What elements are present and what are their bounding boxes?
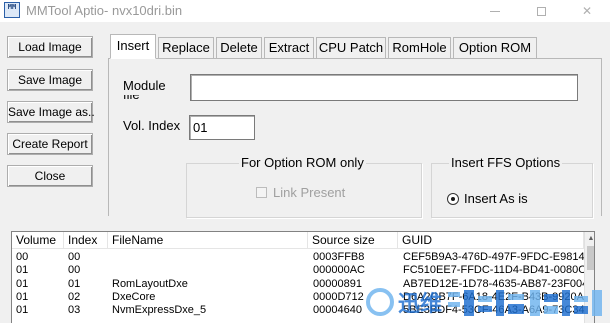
cell-source-size: 00004640 (313, 304, 362, 316)
table-row[interactable]: 01 01 RomLayoutDxe 00000891 AB7ED12E-1D7… (12, 278, 584, 290)
cell-index: 02 (68, 291, 81, 303)
close-button[interactable]: Close (7, 165, 93, 187)
cell-guid: D6A2CB7F-6A18-4E2F-B43B-9920A7 (403, 291, 584, 303)
minimize-button[interactable] (472, 0, 518, 22)
vol-index-input[interactable]: 01 (189, 115, 255, 140)
cell-volume: 01 (16, 291, 29, 303)
cell-volume: 01 (16, 304, 29, 316)
cell-source-size: 0000D712 (313, 291, 364, 303)
cell-source-size: 00000891 (313, 278, 362, 290)
create-report-button[interactable]: Create Report (7, 133, 93, 155)
tab-extract[interactable]: Extract (264, 37, 314, 59)
cell-filename: NvmExpressDxe_5 (112, 304, 207, 316)
file-list-table[interactable]: Volume Index FileName Source size GUID 0… (11, 231, 595, 323)
insert-ffs-group-label: Insert FFS Options (449, 155, 563, 170)
table-row[interactable]: 01 00 000000AC FC510EE7-FFDC-11D4-BD41-0… (12, 264, 584, 276)
module-label: Module (123, 78, 166, 93)
cell-guid: FC510EE7-FFDC-11D4-BD41-0080C7 (403, 264, 584, 276)
col-index[interactable]: Index (64, 232, 108, 249)
save-image-button[interactable]: Save Image (7, 69, 93, 91)
vol-index-label: Vol. Index (123, 118, 181, 133)
radio-selected-dot (451, 197, 455, 201)
table-row[interactable]: 01 02 DxeCore 0000D712 D6A2CB7F-6A18-4E2… (12, 291, 584, 303)
cell-index: 00 (68, 251, 81, 263)
cell-index: 00 (68, 264, 81, 276)
scroll-thumb[interactable] (587, 246, 594, 270)
option-rom-group-label: For Option ROM only (239, 155, 366, 170)
close-window-button[interactable]: ✕ (564, 0, 610, 22)
tab-insert[interactable]: Insert (110, 34, 156, 59)
cell-source-size: 0003FFB8 (313, 251, 365, 263)
insert-as-is-radio[interactable] (447, 193, 459, 205)
minimize-icon (490, 11, 500, 13)
table-header: Volume Index FileName Source size GUID (12, 232, 594, 249)
cell-source-size: 000000AC (313, 264, 365, 276)
tab-replace[interactable]: Replace (158, 37, 214, 59)
insert-as-is-label: Insert As is (464, 191, 528, 206)
tab-option-rom[interactable]: Option ROM (453, 37, 537, 59)
module-label-cut: file (123, 95, 159, 99)
link-present-label: Link Present (273, 185, 346, 200)
table-row[interactable]: 01 03 NvmExpressDxe_5 00004640 5BE3BDF4-… (12, 304, 584, 316)
cell-index: 01 (68, 278, 81, 290)
close-icon: ✕ (581, 4, 593, 18)
vertical-scrollbar[interactable]: ▲ (584, 232, 594, 323)
load-image-button[interactable]: Load Image (7, 36, 93, 58)
col-volume[interactable]: Volume (12, 232, 64, 249)
cell-guid: CEF5B9A3-476D-497F-9FDC-E98143 (403, 251, 584, 263)
cell-index: 03 (68, 304, 81, 316)
tab-romhole[interactable]: RomHole (388, 37, 451, 59)
tab-cpu-patch[interactable]: CPU Patch (316, 37, 386, 59)
col-source-size[interactable]: Source size (308, 232, 398, 249)
window-title: MMTool Aptio- nvx10dri.bin (26, 3, 183, 18)
cell-volume: 01 (16, 278, 29, 290)
cell-filename: RomLayoutDxe (112, 278, 188, 290)
maximize-button[interactable] (518, 0, 564, 22)
col-filename[interactable]: FileName (108, 232, 308, 249)
tab-delete[interactable]: Delete (216, 37, 262, 59)
table-row[interactable]: 00 00 0003FFB8 CEF5B9A3-476D-497F-9FDC-E… (12, 251, 584, 263)
mmtool-app-icon: MM (4, 2, 20, 18)
cell-guid: 5BE3BDF4-53CF-46A3-A6A9-73C34A (403, 304, 584, 316)
link-present-checkbox[interactable] (256, 187, 267, 198)
save-image-as-button[interactable]: Save Image as.. (7, 101, 95, 123)
cell-volume: 00 (16, 251, 29, 263)
scroll-up-icon[interactable]: ▲ (586, 233, 594, 245)
module-file-input[interactable] (190, 74, 578, 101)
maximize-icon (536, 7, 546, 17)
col-guid[interactable]: GUID (398, 232, 584, 249)
cell-filename: DxeCore (112, 291, 156, 303)
title-bar: MM MMTool Aptio- nvx10dri.bin ✕ (0, 0, 610, 22)
cell-guid: AB7ED12E-1D78-4635-AB87-23F004 (403, 278, 584, 290)
cell-volume: 01 (16, 264, 29, 276)
